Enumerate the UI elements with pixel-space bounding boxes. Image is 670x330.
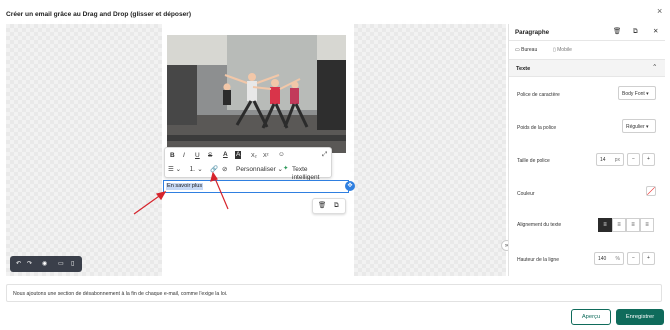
line-height-label: Hauteur de la ligne xyxy=(517,257,559,263)
desktop-icon[interactable]: ▭ xyxy=(58,260,64,267)
align-justify-icon[interactable]: ≡ xyxy=(640,218,654,232)
line-height-input[interactable]: 140% xyxy=(594,252,624,265)
trash-icon[interactable]: 🗑 xyxy=(613,28,621,36)
section-title: Texte xyxy=(516,66,531,72)
font-weight-select[interactable]: Régulier ▾ xyxy=(622,119,656,133)
line-height-value: 140 xyxy=(598,256,607,262)
panel-title: Paragraphe xyxy=(515,29,550,36)
font-family-label: Police de caractère xyxy=(517,92,560,98)
color-label: Couleur xyxy=(517,191,535,197)
section-texte[interactable]: Texte ⌃ xyxy=(509,59,665,77)
font-size-value: 14 xyxy=(600,157,606,163)
font-family-value: Body Font xyxy=(622,91,645,97)
font-weight-value: Régulier xyxy=(626,124,645,130)
preview-eye-icon[interactable]: ◉ xyxy=(42,260,47,267)
align-left-icon[interactable]: ≡ xyxy=(598,218,612,232)
decrement-button[interactable]: − xyxy=(627,153,640,166)
font-size-input[interactable]: 14 px xyxy=(596,153,624,166)
tab-bureau[interactable]: ▭ Bureau xyxy=(515,46,537,54)
save-button[interactable]: Enregistrer xyxy=(616,309,664,325)
line-height-increment[interactable]: + xyxy=(642,252,655,265)
align-right-icon[interactable]: ≡ xyxy=(626,218,640,232)
increment-button[interactable]: + xyxy=(642,153,655,166)
chevron-up-icon[interactable]: ⌃ xyxy=(652,64,657,72)
font-family-select[interactable]: Body Font ▾ xyxy=(618,86,656,100)
align-center-icon[interactable]: ≡ xyxy=(612,218,626,232)
close-panel-icon[interactable]: ✕ xyxy=(653,28,658,36)
undo-icon[interactable]: ↶ xyxy=(16,260,21,267)
alignment-label: Alignement du texte xyxy=(517,222,562,228)
tab-mobile-label: Mobile xyxy=(557,47,572,53)
font-size-unit: px xyxy=(614,157,620,163)
tab-mobile[interactable]: ▯ Mobile xyxy=(553,46,572,54)
redo-icon[interactable]: ↷ xyxy=(27,260,32,267)
line-height-unit: % xyxy=(615,256,620,262)
unsubscribe-notice: Nous ajoutons une section de désabonneme… xyxy=(6,284,662,302)
line-height-decrement[interactable]: − xyxy=(627,252,640,265)
font-size-label: Taille de police xyxy=(517,158,550,164)
font-weight-label: Poids de la police xyxy=(517,125,557,131)
color-swatch[interactable] xyxy=(646,186,656,196)
preview-button[interactable]: Aperçu xyxy=(571,309,611,325)
mobile-icon[interactable]: ▯ xyxy=(71,260,74,267)
copy-icon[interactable]: ⧉ xyxy=(633,28,638,36)
tab-bureau-label: Bureau xyxy=(521,47,538,53)
view-toolbar: ↶ ↷ ◉ ▭ ▯ xyxy=(10,256,82,272)
properties-panel: Paragraphe 🗑 ⧉ ✕ ▭ Bureau ▯ Mobile Texte… xyxy=(508,24,665,276)
alignment-group: ≡ ≡ ≡ ≡ xyxy=(598,218,656,232)
